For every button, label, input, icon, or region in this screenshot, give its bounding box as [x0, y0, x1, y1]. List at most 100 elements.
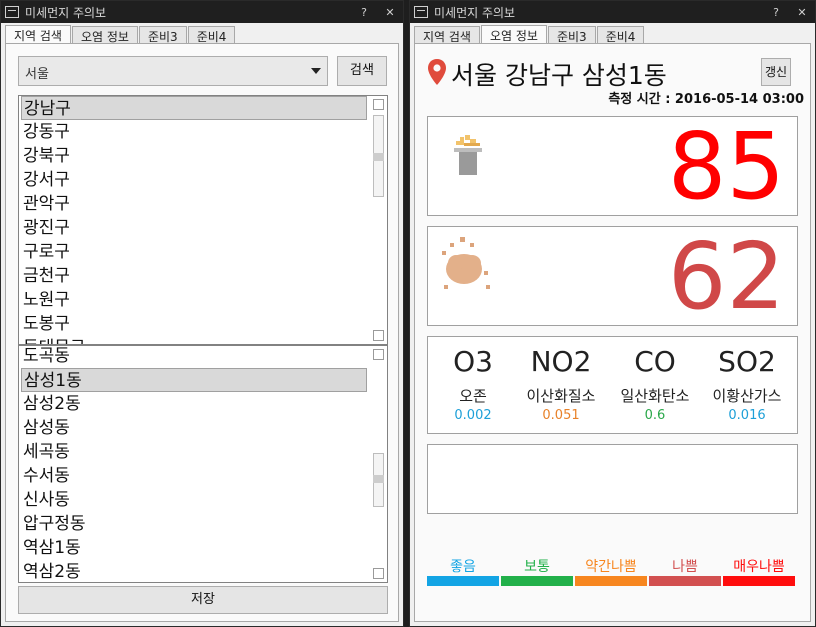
gas-co: CO 일산화탄소 0.6 — [610, 345, 700, 423]
gas-so2: SO2 이황산가스 0.016 — [702, 345, 792, 423]
dong-list-item[interactable]: 삼성동 — [21, 416, 367, 440]
gas-no2: NO2 이산화질소 0.051 — [516, 345, 606, 423]
district-list-item[interactable]: 금천구 — [21, 264, 367, 288]
gas-name: 오존 — [459, 387, 487, 405]
legend-label: 좋음 — [450, 559, 476, 575]
legend-good: 좋음 — [427, 556, 499, 586]
district-list-item[interactable]: 강동구 — [21, 120, 367, 144]
scroll-up-button[interactable] — [373, 349, 384, 360]
legend-label: 매우나쁨 — [733, 559, 785, 575]
right-titlebar: 미세먼지 주의보 ? ✕ — [410, 1, 815, 23]
search-button[interactable]: 검색 — [337, 56, 387, 86]
gas-value: 0.002 — [454, 408, 492, 423]
district-list-item[interactable]: 강북구 — [21, 144, 367, 168]
scroll-thumb[interactable] — [373, 475, 384, 483]
left-window: 미세먼지 주의보 ? ✕ 지역 검색 오염 정보 준비3 준비4 서울 검색 강… — [0, 0, 404, 627]
location-pin-icon — [428, 59, 446, 85]
gas-name: 이황산가스 — [712, 387, 782, 405]
window-title: 미세먼지 주의보 — [434, 5, 516, 20]
legend-label: 나쁨 — [672, 559, 698, 575]
pm25-box: 62 — [427, 226, 798, 326]
region-search-panel: 서울 검색 강남구강동구강북구강서구관악구광진구구로구금천구노원구도봉구동대문구… — [5, 43, 399, 622]
legend-label: 보통 — [524, 559, 550, 575]
tab-prep3[interactable]: 준비3 — [138, 26, 187, 44]
district-list-item[interactable]: 관악구 — [21, 192, 367, 216]
legend-bar — [649, 576, 721, 586]
district-list-item[interactable]: 동대문구 — [21, 336, 367, 344]
dust-cloud-icon — [442, 237, 490, 289]
gas-value: 0.051 — [542, 408, 580, 423]
scroll-up-button[interactable] — [373, 99, 384, 110]
factory-chimney-icon — [454, 135, 482, 175]
app-icon — [5, 6, 19, 18]
district-list-item[interactable]: 강남구 — [21, 96, 367, 120]
gas-name: 이산화질소 — [526, 387, 596, 405]
tab-region-search[interactable]: 지역 검색 — [414, 26, 480, 44]
legend-bar — [575, 576, 647, 586]
district-list-item[interactable]: 도봉구 — [21, 312, 367, 336]
tab-bar: 지역 검색 오염 정보 준비3 준비4 — [410, 23, 815, 44]
tab-pollution-info[interactable]: 오염 정보 — [71, 26, 138, 44]
legend-slightly-bad: 약간나쁨 — [575, 556, 647, 586]
measure-time: 측정 시간 : 2016-05-14 03:00 — [608, 92, 804, 107]
scroll-thumb[interactable] — [373, 153, 384, 161]
legend-very-bad: 매우나쁨 — [723, 556, 795, 586]
city-select[interactable]: 서울 — [18, 56, 328, 86]
gas-box: O3 오존 0.002 NO2 이산화질소 0.051 CO 일산화탄소 0.6… — [427, 336, 798, 434]
legend-label: 약간나쁨 — [585, 559, 637, 575]
dong-list-item[interactable]: 역삼2동 — [21, 560, 367, 582]
legend-bad: 나쁨 — [649, 556, 721, 586]
dong-list-item[interactable]: 역삼1동 — [21, 536, 367, 560]
district-list-item[interactable]: 구로구 — [21, 240, 367, 264]
legend-bar — [723, 576, 795, 586]
scroll-down-button[interactable] — [373, 568, 384, 579]
dong-items: 도곡동 삼성1동 삼성2동 삼성동 세곡동 수서동 신사동 압구정동 역삼1동 역삼2동 — [21, 346, 367, 582]
close-button[interactable]: ✕ — [789, 6, 815, 19]
district-items: 강남구강동구강북구강서구관악구광진구구로구금천구노원구도봉구동대문구 — [21, 96, 367, 344]
district-list-item[interactable]: 강서구 — [21, 168, 367, 192]
tab-prep4[interactable]: 준비4 — [187, 26, 236, 44]
pm25-value: 62 — [667, 223, 785, 330]
dong-list-item[interactable]: 신사동 — [21, 488, 367, 512]
dong-list-item[interactable]: 압구정동 — [21, 512, 367, 536]
district-scrollbar[interactable] — [372, 97, 386, 343]
location-title: 서울 강남구 삼성1동 — [451, 61, 667, 90]
chevron-down-icon — [311, 68, 321, 74]
tab-region-search[interactable]: 지역 검색 — [5, 25, 71, 44]
district-list-item[interactable]: 노원구 — [21, 288, 367, 312]
district-list-item[interactable]: 광진구 — [21, 216, 367, 240]
gas-symbol: O3 — [453, 345, 493, 378]
dong-list-item[interactable]: 삼성1동 — [21, 368, 367, 392]
refresh-button[interactable]: 갱신 — [761, 58, 791, 86]
save-button[interactable]: 저장 — [18, 586, 388, 614]
help-button[interactable]: ? — [351, 6, 377, 19]
dong-list-item[interactable]: 세곡동 — [21, 440, 367, 464]
help-button[interactable]: ? — [763, 6, 789, 19]
legend-normal: 보통 — [501, 556, 573, 586]
gas-value: 0.6 — [644, 408, 666, 423]
dong-list-item[interactable]: 도곡동 — [21, 346, 367, 368]
pm10-value: 85 — [667, 113, 785, 220]
dong-list-item[interactable]: 수서동 — [21, 464, 367, 488]
tab-prep4[interactable]: 준비4 — [596, 26, 645, 44]
app-icon — [414, 6, 428, 18]
dong-list-item[interactable]: 삼성2동 — [21, 392, 367, 416]
gas-symbol: SO2 — [718, 345, 776, 378]
right-window: 미세먼지 주의보 ? ✕ 지역 검색 오염 정보 준비3 준비4 서울 강남구 … — [409, 0, 816, 627]
window-title: 미세먼지 주의보 — [25, 5, 107, 20]
district-list[interactable]: 강남구강동구강북구강서구관악구광진구구로구금천구노원구도봉구동대문구 — [18, 95, 388, 345]
legend-bar — [427, 576, 499, 586]
close-button[interactable]: ✕ — [377, 6, 403, 19]
gas-value: 0.016 — [728, 408, 766, 423]
tab-pollution-info[interactable]: 오염 정보 — [480, 25, 547, 44]
legend-bar — [501, 576, 573, 586]
tab-prep3[interactable]: 준비3 — [547, 26, 596, 44]
left-titlebar: 미세먼지 주의보 ? ✕ — [1, 1, 403, 23]
dong-list[interactable]: 도곡동 삼성1동 삼성2동 삼성동 세곡동 수서동 신사동 압구정동 역삼1동 역삼2동 — [18, 345, 388, 583]
scroll-down-button[interactable] — [373, 330, 384, 341]
pollution-info-panel: 서울 강남구 삼성1동 갱신 측정 시간 : 2016-05-14 03:00 … — [414, 43, 811, 622]
city-select-value: 서울 — [25, 67, 49, 82]
dong-scrollbar[interactable] — [372, 347, 386, 581]
tab-bar: 지역 검색 오염 정보 준비3 준비4 — [1, 23, 403, 44]
gas-name: 일산화탄소 — [620, 387, 690, 405]
